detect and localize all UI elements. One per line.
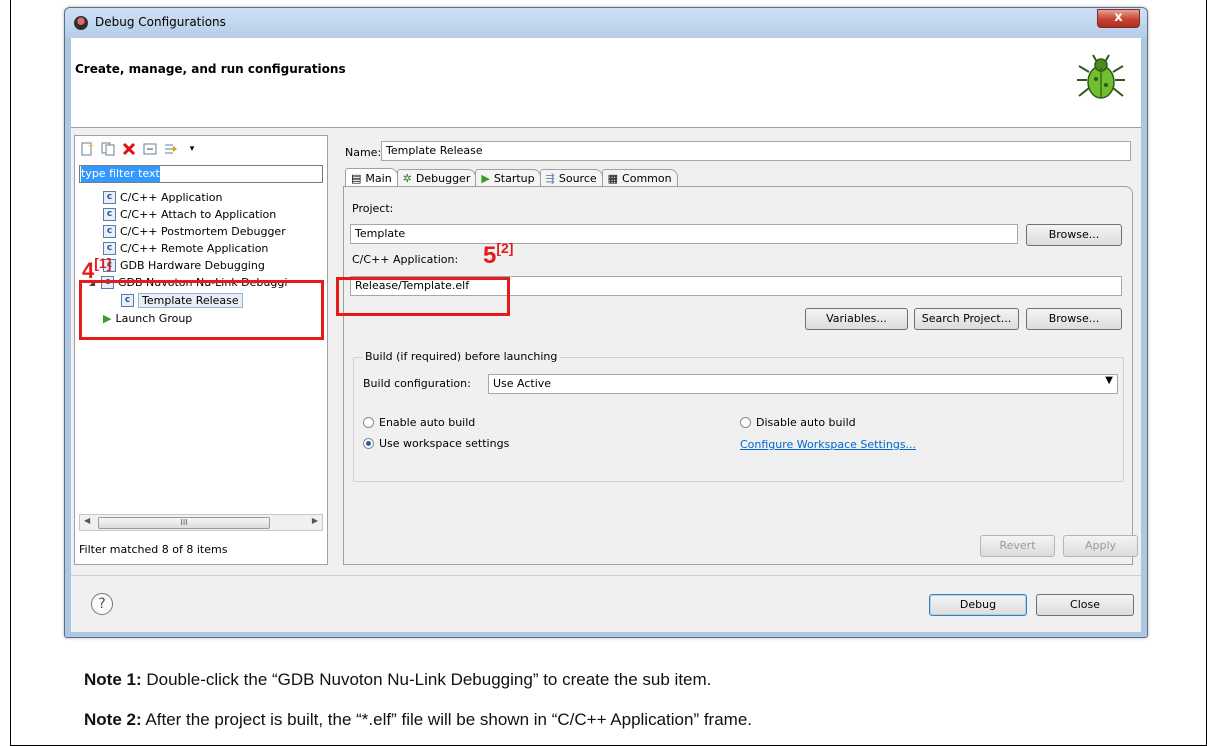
tree-item-cpp-attach[interactable]: c C/C++ Attach to Application — [103, 205, 276, 223]
browse-application-button[interactable]: Browse... — [1026, 308, 1122, 330]
tree-item-cpp-remote[interactable]: c C/C++ Remote Application — [103, 239, 268, 257]
title-bar[interactable]: Debug Configurations x — [65, 8, 1147, 38]
search-project-button[interactable]: Search Project... — [914, 308, 1019, 330]
dialog-header: Create, manage, and run configurations — [71, 38, 1141, 128]
tab-source[interactable]: ⇶ Source — [539, 169, 603, 187]
tab-label: Source — [558, 172, 597, 185]
c-config-icon: c — [103, 207, 116, 221]
enable-auto-build-radio[interactable]: Enable auto build — [363, 416, 475, 429]
note-2: Note 2: After the project is built, the … — [84, 710, 752, 730]
tab-main[interactable]: ▤ Main — [345, 168, 398, 187]
annotation-label-5: 5[2] — [483, 240, 514, 269]
debug-button[interactable]: Debug — [929, 594, 1027, 616]
filter-text: type filter text — [81, 166, 160, 182]
filter-input[interactable]: type filter text — [79, 165, 323, 183]
source-icon: ⇶ — [545, 172, 555, 185]
delete-icon[interactable] — [121, 141, 137, 157]
tab-label: Debugger — [415, 172, 471, 185]
scroll-right-icon[interactable]: ▶ — [312, 516, 318, 525]
disable-auto-build-radio[interactable]: Disable auto build — [740, 416, 856, 429]
name-input[interactable]: Template Release — [381, 141, 1131, 161]
variables-button[interactable]: Variables... — [805, 308, 908, 330]
svg-text:+: + — [88, 142, 94, 150]
tab-bar: ▤ Main ✲ Debugger ▶ Startup ⇶ Source ▦ Common — [345, 168, 678, 187]
tab-startup[interactable]: ▶ Startup — [475, 169, 541, 187]
build-configuration-select[interactable]: Use Active ▼ — [488, 374, 1118, 394]
bug-icon — [1077, 54, 1125, 99]
c-config-icon: c — [103, 241, 116, 255]
name-label: Name: — [345, 146, 382, 159]
note-1-text: Double-click the “GDB Nuvoton Nu-Link De… — [141, 670, 712, 689]
dialog-heading: Create, manage, and run configurations — [75, 62, 346, 76]
browse-project-button[interactable]: Browse... — [1026, 224, 1122, 246]
tab-common[interactable]: ▦ Common — [601, 169, 678, 187]
radio-off-icon — [363, 417, 374, 428]
tab-label: Main — [365, 171, 392, 185]
filter-icon[interactable] — [163, 141, 179, 157]
main-tab-content: Project: Template Browse... C/C++ Applic… — [343, 186, 1133, 565]
build-configuration-label: Build configuration: — [363, 377, 471, 390]
tree-item-label: GDB Hardware Debugging — [120, 258, 265, 272]
c-config-icon: c — [103, 190, 116, 204]
configuration-editor: Name: Template Release ▤ Main ✲ Debugger ▶… — [335, 135, 1135, 565]
page-icon: ▤ — [351, 171, 362, 185]
eclipse-debug-icon — [74, 16, 88, 30]
new-config-icon[interactable]: + — [79, 141, 95, 157]
scroll-left-icon[interactable]: ◀ — [84, 516, 90, 525]
note-2-text: After the project is built, the “*.elf” … — [141, 710, 753, 729]
duplicate-icon[interactable] — [100, 141, 116, 157]
separator — [71, 575, 1141, 576]
annotation-label-4: 4[1] — [82, 255, 112, 283]
configuration-tree-pane: + ▾ type filter text c C/C++ Application… — [74, 135, 328, 565]
apply-button[interactable]: Apply — [1063, 535, 1138, 557]
close-button[interactable]: Close — [1036, 594, 1134, 616]
scroll-thumb[interactable]: III — [98, 517, 270, 529]
cpp-application-label: C/C++ Application: — [352, 253, 459, 266]
tab-debugger[interactable]: ✲ Debugger — [396, 169, 477, 187]
tree-item-label: C/C++ Application — [120, 190, 223, 204]
note-1: Note 1: Double-click the “GDB Nuvoton Nu… — [84, 670, 711, 690]
filter-status: Filter matched 8 of 8 items — [79, 543, 228, 556]
radio-on-icon — [363, 438, 374, 449]
help-icon[interactable]: ? — [91, 593, 113, 615]
close-window-button[interactable]: x — [1097, 9, 1140, 28]
radio-label: Disable auto build — [756, 416, 856, 429]
common-icon: ▦ — [607, 172, 619, 185]
horizontal-scrollbar[interactable]: ◀ III ▶ — [79, 514, 323, 531]
project-label: Project: — [352, 202, 394, 215]
use-workspace-settings-radio[interactable]: Use workspace settings — [363, 437, 509, 450]
tree-item-label: C/C++ Postmortem Debugger — [120, 224, 286, 238]
radio-label: Use workspace settings — [379, 437, 510, 450]
tab-label: Common — [622, 172, 672, 185]
tree-item-cpp-application[interactable]: c C/C++ Application — [103, 188, 222, 206]
filter-menu-chevron-icon[interactable]: ▾ — [184, 141, 200, 157]
build-group-legend: Build (if required) before launching — [362, 350, 561, 363]
tree-toolbar: + ▾ — [79, 140, 200, 158]
radio-label: Enable auto build — [379, 416, 476, 429]
tree-item-label: C/C++ Remote Application — [120, 241, 269, 255]
dropdown-arrow-icon[interactable]: ▼ — [1105, 375, 1113, 386]
tree-item-cpp-postmortem[interactable]: c C/C++ Postmortem Debugger — [103, 222, 286, 240]
tab-label: Startup — [493, 172, 535, 185]
bug-small-icon: ✲ — [402, 172, 412, 185]
annotation-box-4 — [79, 280, 324, 340]
build-before-launch-group: Build (if required) before launching Bui… — [353, 350, 1124, 482]
tree-item-label: C/C++ Attach to Application — [120, 207, 277, 221]
play-icon: ▶ — [481, 172, 490, 185]
tree-item-gdb-hardware[interactable]: c GDB Hardware Debugging — [103, 256, 265, 274]
annotation-box-5 — [336, 277, 510, 316]
configure-workspace-settings-link[interactable]: Configure Workspace Settings... — [740, 438, 916, 451]
revert-button[interactable]: Revert — [980, 535, 1055, 557]
note-2-label: Note 2: — [84, 710, 142, 729]
project-input[interactable]: Template — [350, 224, 1018, 244]
window-title: Debug Configurations — [95, 15, 226, 29]
build-configuration-value: Use Active — [493, 377, 552, 390]
c-config-icon: c — [103, 224, 116, 238]
collapse-all-icon[interactable] — [142, 141, 158, 157]
note-1-label: Note 1: — [84, 670, 142, 689]
radio-off-icon — [740, 417, 751, 428]
